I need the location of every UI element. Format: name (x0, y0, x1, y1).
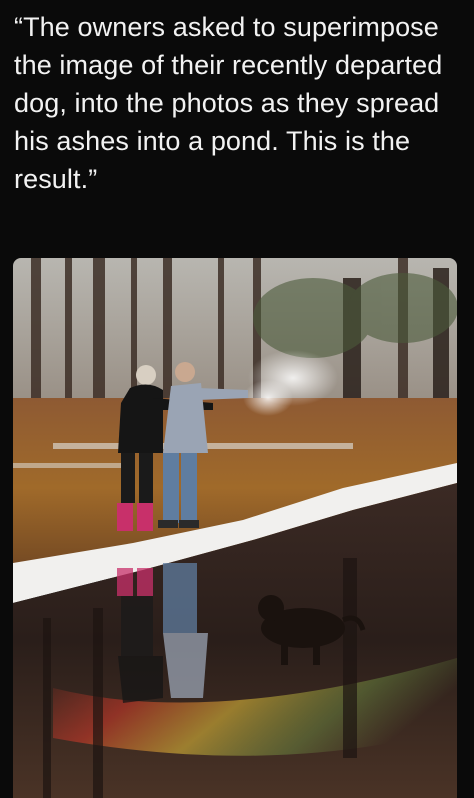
memorial-photo (13, 258, 457, 798)
photo-illustration (13, 258, 457, 798)
post-caption: “The owners asked to superimpose the ima… (14, 12, 443, 194)
